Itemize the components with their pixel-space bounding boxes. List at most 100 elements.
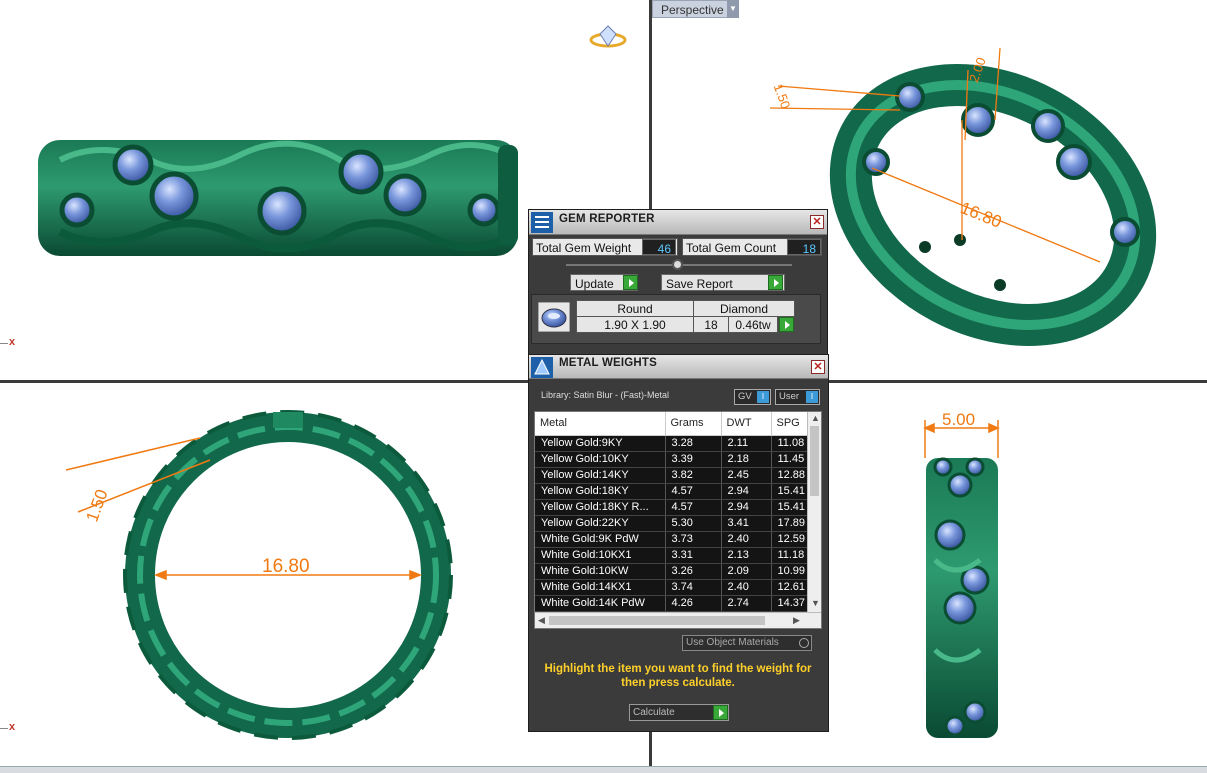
metal-cell: Yellow Gold:18KY R... — [535, 499, 666, 516]
table-horizontal-scrollbar[interactable]: ◀ ▶ — [535, 612, 821, 628]
side-view-ring[interactable]: 5.00 — [923, 410, 1000, 738]
metal-cell: White Gold:10KX1 — [535, 547, 666, 564]
table-row[interactable]: Yellow Gold:22KY 5.30 3.41 17.89 — [535, 515, 808, 532]
column-header-metal[interactable]: Metal — [535, 412, 666, 436]
round-diamond-icon[interactable] — [538, 302, 570, 332]
table-row[interactable]: White Gold:10KW 3.26 2.09 10.99 — [535, 563, 808, 580]
horizontal-scroll-thumb[interactable] — [549, 616, 765, 625]
spg-cell: 12.59 — [771, 531, 808, 548]
metal-cell: Yellow Gold:9KY — [535, 435, 666, 452]
gem-shape[interactable]: Round — [576, 300, 694, 317]
grams-cell: 3.31 — [665, 547, 722, 564]
update-button-label: Update — [575, 277, 614, 291]
calculate-hint-text: Highlight the item you want to find the … — [544, 663, 812, 689]
metal-cell: White Gold:14KX1 — [535, 579, 666, 596]
column-header-dwt[interactable]: DWT — [721, 412, 772, 436]
gem-reporter-header[interactable]: GEM REPORTER ✕ — [529, 210, 827, 235]
table-row[interactable]: White Gold:14KX1 3.74 2.40 12.61 — [535, 579, 808, 596]
ring-icon[interactable] — [589, 25, 627, 48]
metal-cell: Yellow Gold:22KY — [535, 515, 666, 532]
user-toggle[interactable]: User I — [775, 389, 820, 405]
gem-size[interactable]: 1.90 X 1.90 — [576, 316, 694, 333]
status-strip — [0, 766, 1207, 773]
save-report-button[interactable]: Save Report — [661, 274, 785, 291]
grams-cell: 3.39 — [665, 451, 722, 468]
gem-reporter-slider-handle[interactable] — [672, 259, 683, 270]
perspective-diameter-label: 16.80 — [958, 198, 1005, 232]
column-header-grams[interactable]: Grams — [665, 412, 722, 436]
perspective-view-ring[interactable]: 16.80 1.50 2.00 — [769, 37, 1177, 372]
cad-workspace: 16.80 1.50 2.00 16.80 1.50 5.00 Perspect… — [0, 0, 1207, 773]
radio-icon — [799, 638, 809, 648]
metal-cell: Yellow Gold:18KY — [535, 483, 666, 500]
table-row[interactable]: Yellow Gold:10KY 3.39 2.18 11.45 — [535, 451, 808, 468]
dwt-cell: 2.18 — [721, 451, 772, 468]
column-header-spg[interactable]: SPG — [771, 412, 808, 436]
metal-cell: Yellow Gold:14KY — [535, 467, 666, 484]
dwt-cell: 2.09 — [721, 563, 772, 580]
grams-cell: 4.57 — [665, 483, 722, 500]
close-icon[interactable]: ✕ — [811, 360, 825, 374]
chevron-down-icon[interactable]: ▼ — [727, 0, 739, 18]
spg-cell: 12.88 — [771, 467, 808, 484]
metal-weights-header[interactable]: METAL WEIGHTS ✕ — [529, 355, 828, 379]
use-object-materials-label: Use Object Materials — [686, 637, 779, 648]
table-row[interactable]: White Gold:10KX1 3.31 2.13 11.18 — [535, 547, 808, 564]
use-object-materials-toggle[interactable]: Use Object Materials — [682, 635, 812, 651]
table-row[interactable]: White Gold:9K PdW 3.73 2.40 12.59 — [535, 531, 808, 548]
gem-count[interactable]: 18 — [693, 316, 729, 333]
top-view-ring[interactable]: 16.80 1.50 — [65, 410, 453, 740]
save-report-button-label: Save Report — [666, 277, 733, 291]
metal-cell: Yellow Gold:10KY — [535, 451, 666, 468]
grams-cell: 3.82 — [665, 467, 722, 484]
spg-cell: 17.89 — [771, 515, 808, 532]
user-toggle-label: User — [779, 391, 800, 402]
scroll-right-icon[interactable]: ▶ — [793, 615, 800, 626]
calculate-go-icon[interactable] — [713, 705, 728, 720]
metal-cell: White Gold:9K PdW — [535, 531, 666, 548]
top-view-diameter-label: 16.80 — [262, 556, 310, 577]
table-row[interactable]: Yellow Gold:18KY R... 4.57 2.94 15.41 — [535, 499, 808, 516]
table-row[interactable]: Yellow Gold:18KY 4.57 2.94 15.41 — [535, 483, 808, 500]
perspective-view-selector[interactable]: Perspective — [652, 0, 738, 18]
side-view-width-label: 5.00 — [942, 410, 975, 429]
spg-cell: 11.18 — [771, 547, 808, 564]
gem-material[interactable]: Diamond — [693, 300, 795, 317]
dwt-cell: 2.94 — [721, 483, 772, 500]
gem-reporter-title: GEM REPORTER — [559, 213, 655, 225]
vertical-scroll-thumb[interactable] — [810, 426, 819, 496]
gv-toggle[interactable]: GV I — [734, 389, 771, 405]
table-header-row: Metal Grams DWT SPG — [535, 412, 808, 436]
gem-weight[interactable]: 0.46tw — [728, 316, 778, 333]
grams-cell: 4.26 — [665, 595, 722, 612]
spg-cell: 15.41 — [771, 499, 808, 516]
table-row[interactable]: Yellow Gold:14KY 3.82 2.45 12.88 — [535, 467, 808, 484]
calculate-button-label: Calculate — [633, 707, 675, 718]
table-row[interactable]: Yellow Gold:9KY 3.28 2.11 11.08 — [535, 435, 808, 452]
scale-icon — [531, 357, 553, 378]
top-view-thickness-label: 1.50 — [82, 487, 111, 525]
update-go-icon[interactable] — [623, 275, 638, 290]
gv-toggle-label: GV — [738, 391, 752, 402]
perspective-label: Perspective — [661, 3, 724, 17]
dwt-cell: 2.11 — [721, 435, 772, 452]
table-vertical-scrollbar[interactable]: ▲ ▼ — [807, 412, 821, 612]
scroll-up-icon[interactable]: ▲ — [811, 413, 820, 423]
metal-cell: White Gold:10KW — [535, 563, 666, 580]
dwt-cell: 2.94 — [721, 499, 772, 516]
table-row[interactable]: White Gold:14K PdW 4.26 2.74 14.37 — [535, 595, 808, 612]
gem-row-go-icon[interactable] — [779, 317, 794, 332]
dwt-cell: 2.74 — [721, 595, 772, 612]
front-view-ring[interactable] — [38, 140, 518, 256]
save-report-go-icon[interactable] — [768, 275, 783, 290]
close-icon[interactable]: ✕ — [810, 215, 824, 229]
scroll-down-icon[interactable]: ▼ — [811, 598, 820, 608]
grams-cell: 5.30 — [665, 515, 722, 532]
spg-cell: 10.99 — [771, 563, 808, 580]
total-gem-weight-value: 46 — [642, 239, 676, 256]
spg-cell: 12.61 — [771, 579, 808, 596]
metal-weights-table[interactable]: Metal Grams DWT SPG Yellow Gold:9KY 3.28 2… — [534, 411, 822, 629]
x-axis-indicator-top: x — [0, 336, 16, 348]
scroll-left-icon[interactable]: ◀ — [538, 615, 545, 626]
grams-cell: 3.74 — [665, 579, 722, 596]
